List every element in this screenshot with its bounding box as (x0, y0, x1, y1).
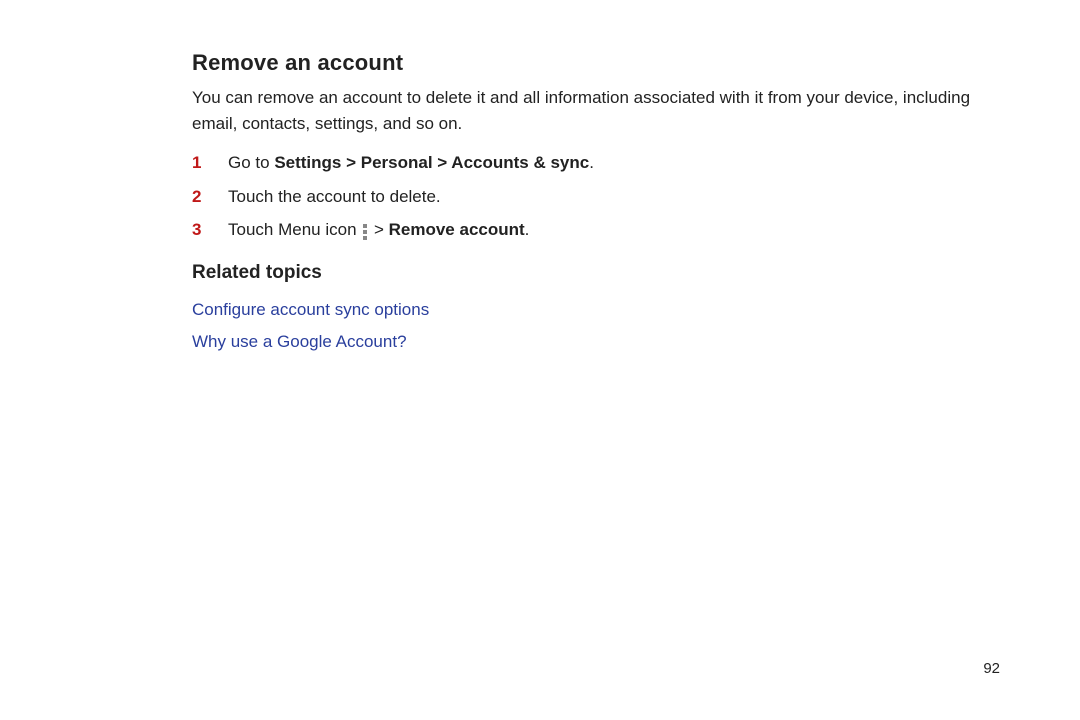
step-number: 3 (192, 217, 228, 243)
step-item: 3 Touch Menu icon > Remove account. (192, 217, 1000, 243)
link-configure-sync[interactable]: Configure account sync options (192, 297, 1000, 323)
step-text: Touch Menu icon > Remove account. (228, 217, 1000, 243)
document-page: Remove an account You can remove an acco… (0, 0, 1080, 720)
step-post: . (589, 153, 594, 172)
step-pre: Touch Menu icon (228, 220, 361, 239)
step-mid: > (369, 220, 388, 239)
step-bold: Remove account (389, 220, 525, 239)
step-pre: Touch the account to delete. (228, 187, 441, 206)
step-number: 2 (192, 184, 228, 210)
step-item: 1 Go to Settings > Personal > Accounts &… (192, 150, 1000, 176)
link-why-google-account[interactable]: Why use a Google Account? (192, 329, 1000, 355)
step-pre: Go to (228, 153, 274, 172)
step-text: Touch the account to delete. (228, 184, 1000, 210)
steps-list: 1 Go to Settings > Personal > Accounts &… (192, 150, 1000, 243)
step-number: 1 (192, 150, 228, 176)
step-item: 2 Touch the account to delete. (192, 184, 1000, 210)
menu-overflow-icon (363, 222, 367, 242)
step-post: . (525, 220, 530, 239)
section-heading-remove-account: Remove an account (192, 46, 1000, 79)
related-topics-heading: Related topics (192, 259, 1000, 288)
step-bold: Settings > Personal > Accounts & sync (274, 153, 589, 172)
step-text: Go to Settings > Personal > Accounts & s… (228, 150, 1000, 176)
page-number: 92 (983, 658, 1000, 681)
intro-paragraph: You can remove an account to delete it a… (192, 85, 1000, 136)
